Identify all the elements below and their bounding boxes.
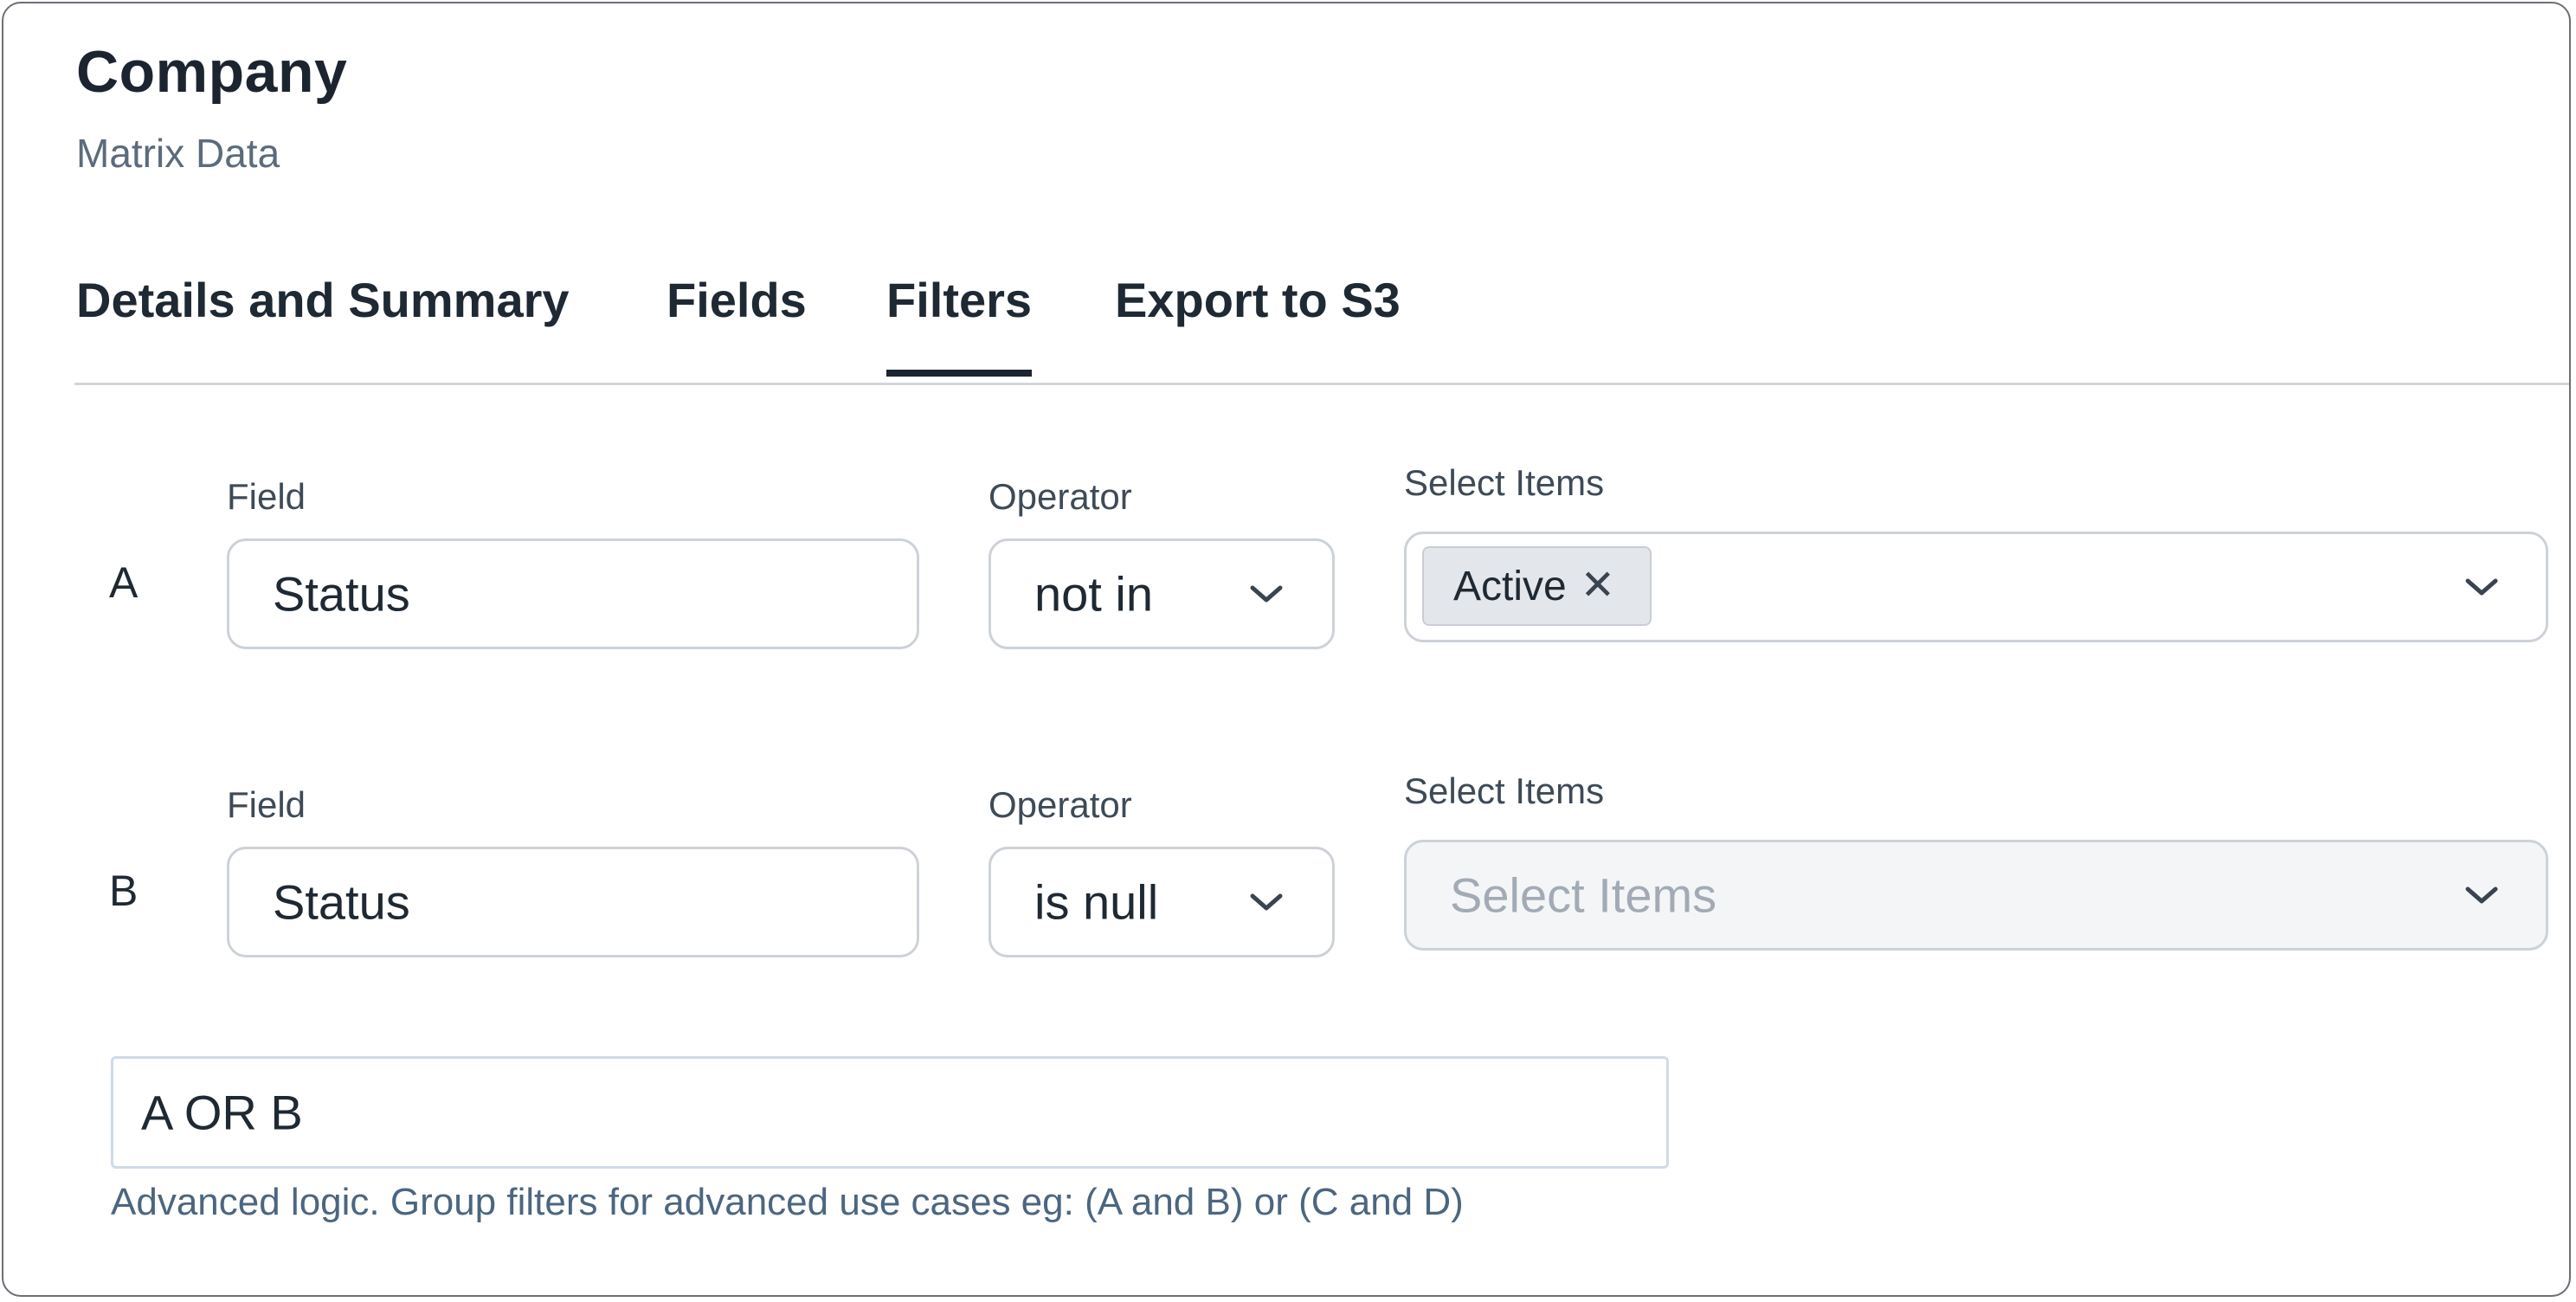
field-value: Status [273,566,410,622]
selected-item-tag: Active ✕ [1422,546,1652,626]
select-items-label: Select Items [1404,462,1605,503]
close-icon[interactable]: ✕ [1581,565,1615,607]
field-label: Field [227,784,306,825]
page-subtitle: Matrix Data [76,131,280,176]
operator-label: Operator [989,784,1132,825]
operator-select[interactable]: is null [989,847,1335,957]
field-label: Field [227,476,306,517]
chevron-down-icon [2463,882,2501,908]
filter-row-letter: A [109,558,138,607]
operator-value: is null [1034,874,1159,930]
page-title: Company [76,39,348,105]
select-items-placeholder: Select Items [1450,867,1717,923]
advanced-logic-input[interactable]: A OR B [111,1056,1669,1169]
chevron-down-icon [1247,581,1285,607]
select-items-multiselect[interactable]: Select Items [1404,840,2548,951]
chevron-down-icon [1247,889,1285,915]
tab-bar: Details and Summary Fields Filters Expor… [74,272,2569,385]
advanced-logic-help: Advanced logic. Group filters for advanc… [111,1181,1464,1223]
select-items-label: Select Items [1404,770,1605,811]
operator-label: Operator [989,476,1132,517]
select-items-multiselect[interactable]: Active ✕ [1404,532,2548,642]
tag-label: Active [1453,563,1567,609]
tab-filters[interactable]: Filters [886,272,1033,377]
advanced-logic-value: A OR B [141,1085,303,1140]
filter-row-letter: B [109,867,138,915]
operator-value: not in [1034,566,1153,622]
field-value: Status [273,874,410,930]
filter-panel: Company Matrix Data Details and Summary … [2,2,2571,1297]
operator-select[interactable]: not in [989,538,1335,649]
tab-fields[interactable]: Fields [667,272,807,328]
field-input[interactable]: Status [227,847,919,957]
field-input[interactable]: Status [227,538,919,649]
tab-export-to-s3[interactable]: Export to S3 [1115,272,1401,328]
chevron-down-icon [2463,574,2501,600]
tab-details-and-summary[interactable]: Details and Summary [76,272,570,328]
